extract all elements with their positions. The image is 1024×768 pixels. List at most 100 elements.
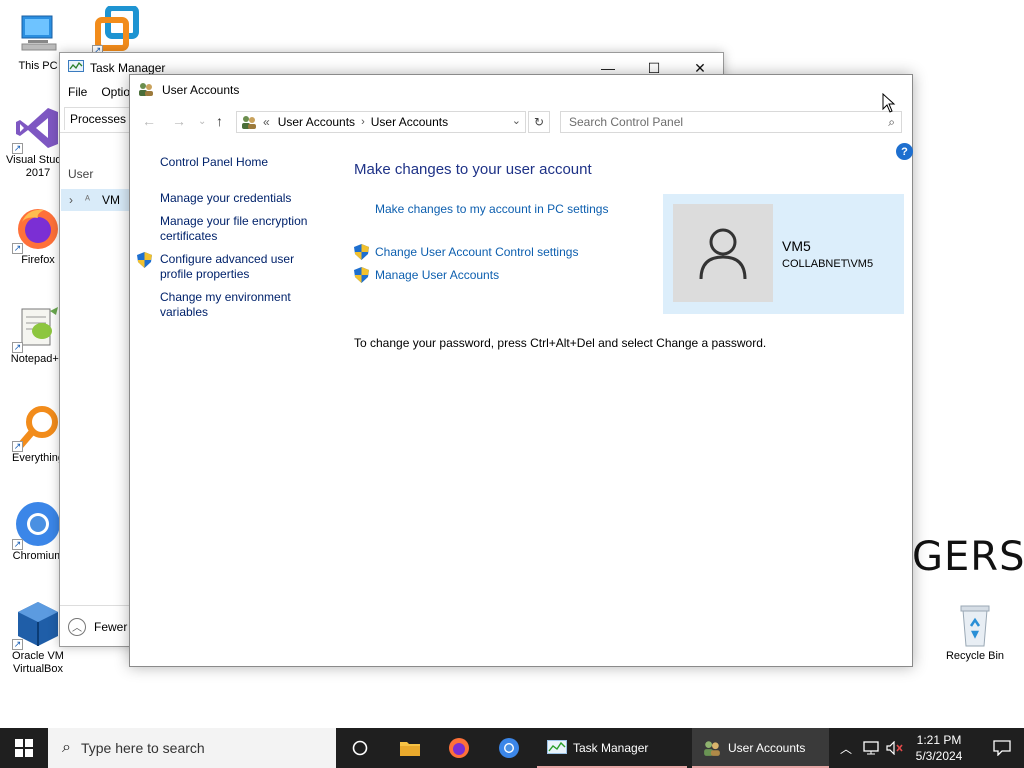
- taskbar-app-label: User Accounts: [728, 741, 806, 755]
- advanced-profile-properties-link[interactable]: Configure advanced user profile properti…: [160, 252, 330, 282]
- start-button[interactable]: [0, 728, 48, 768]
- refresh-button[interactable]: ↻: [528, 111, 550, 133]
- everything-search-icon: ↗: [12, 402, 62, 452]
- main-content: Make changes to your user account: [354, 161, 654, 178]
- windows-logo-icon: [15, 739, 33, 757]
- page-heading: Make changes to your user account: [354, 161, 592, 178]
- visual-studio-icon: ↗: [12, 104, 62, 154]
- search-icon: ⌕: [62, 739, 71, 756]
- network-icon[interactable]: [860, 728, 882, 768]
- menu-options[interactable]: Optio: [101, 85, 130, 99]
- firefox-taskbar-button[interactable]: [435, 728, 483, 768]
- taskbar-app-task-manager[interactable]: Task Manager: [537, 728, 687, 768]
- recent-pages-chevron-icon[interactable]: ⌄: [198, 116, 206, 127]
- user-name-cell: VM: [101, 193, 120, 207]
- task-view-button[interactable]: [336, 728, 384, 768]
- task-manager-icon: [68, 59, 84, 77]
- account-name: VM5: [782, 238, 811, 254]
- user-silhouette-icon: [699, 228, 747, 280]
- recycle-bin-label: Recycle Bin: [945, 650, 1005, 662]
- shortcut-arrow-icon: ↗: [12, 539, 23, 550]
- show-hidden-icons-chevron-icon[interactable]: ︿: [836, 728, 856, 768]
- folder-icon: [400, 742, 420, 756]
- shortcut-arrow-icon: ↗: [12, 243, 23, 254]
- chevron-up-icon[interactable]: ︿: [68, 617, 86, 636]
- uac-shield-icon: [354, 267, 369, 283]
- chromium-taskbar-button[interactable]: [485, 728, 533, 768]
- shortcut-arrow-icon: ↗: [12, 639, 23, 650]
- wallpaper-banner-text: GERS!!: [912, 534, 1024, 580]
- control-panel-home-link[interactable]: Control Panel Home: [160, 155, 330, 170]
- account-card: VM5 COLLABNET\VM5: [663, 194, 904, 314]
- mouse-cursor-icon: [882, 93, 896, 113]
- address-dropdown-icon[interactable]: ⌄: [512, 114, 521, 127]
- shortcut-arrow-icon: ↗: [12, 143, 23, 154]
- virtualbox-label: Oracle VM VirtualBox: [12, 650, 64, 675]
- uac-shield-icon: [354, 244, 369, 260]
- left-navigation-pane: Control Panel Home Manage your credentia…: [137, 155, 330, 328]
- uac-shield-icon: [137, 252, 152, 268]
- taskbar-app-user-accounts[interactable]: User Accounts: [692, 728, 829, 768]
- task-manager-icon: [547, 740, 567, 754]
- recycle-bin-icon: [951, 600, 999, 648]
- user-icon: ᴬ: [85, 194, 90, 206]
- breadcrumb-separator-icon[interactable]: ›: [361, 116, 365, 128]
- task-manager-title: Task Manager: [90, 61, 166, 75]
- user-accounts-window[interactable]: User Accounts ← → ⌄ ↑ « User Accounts › …: [129, 74, 913, 667]
- breadcrumb-item-user-accounts-parent[interactable]: User Accounts: [278, 115, 355, 129]
- avatar: [673, 204, 773, 302]
- search-icon: ⌕: [888, 115, 895, 129]
- user-accounts-titlebar[interactable]: User Accounts: [130, 75, 912, 105]
- breadcrumb-item-user-accounts[interactable]: User Accounts: [371, 115, 448, 129]
- chromium-icon: ↗: [12, 500, 62, 550]
- cortana-circle-icon: [352, 740, 368, 756]
- taskbar: ⌕ Type here to search Task Manager User …: [0, 728, 1024, 768]
- chromium-icon: [499, 738, 519, 758]
- file-explorer-button[interactable]: [386, 728, 434, 768]
- user-accounts-small-icon: [241, 114, 257, 130]
- password-change-note: To change your password, press Ctrl+Alt+…: [354, 336, 767, 350]
- chevron-right-icon[interactable]: ›: [69, 193, 73, 207]
- tab-processes[interactable]: Processes: [64, 107, 133, 130]
- clock-time: 1:21 PM: [916, 733, 962, 747]
- help-icon[interactable]: ?: [896, 143, 913, 160]
- vmware-workstation-icon: ↗: [92, 6, 142, 56]
- taskbar-search-placeholder[interactable]: Type here to search: [81, 740, 205, 756]
- shortcut-arrow-icon: ↗: [12, 342, 23, 353]
- virtualbox-icon: ↗: [12, 600, 62, 650]
- shortcut-arrow-icon: ↗: [12, 441, 23, 452]
- fewer-details-button[interactable]: Fewer: [94, 620, 127, 634]
- search-input[interactable]: [569, 115, 869, 129]
- user-accounts-title: User Accounts: [162, 83, 240, 97]
- pc-settings-link[interactable]: Make changes to my account in PC setting…: [375, 202, 608, 216]
- back-arrow-icon[interactable]: ←: [142, 113, 156, 129]
- firefox-icon: ↗: [12, 204, 62, 254]
- navigation-bar: ← → ⌄ ↑ « User Accounts › User Accounts …: [130, 111, 912, 135]
- address-bar[interactable]: « User Accounts › User Accounts ⌄: [236, 111, 526, 133]
- user-accounts-icon: [704, 741, 720, 756]
- notification-icon: [993, 740, 1011, 756]
- notepad-plus-plus-icon: ↗: [12, 303, 62, 353]
- file-encryption-certificates-link[interactable]: Manage your file encryption certificates: [160, 214, 330, 244]
- clock-date: 5/3/2024: [915, 749, 963, 763]
- taskbar-app-label: Task Manager: [573, 741, 649, 755]
- firefox-icon: [449, 738, 469, 758]
- taskbar-search-box[interactable]: ⌕ Type here to search: [48, 728, 336, 768]
- manage-user-accounts-link[interactable]: Manage User Accounts: [375, 268, 499, 282]
- search-box[interactable]: ⌕: [560, 111, 902, 133]
- environment-variables-link[interactable]: Change my environment variables: [160, 290, 330, 320]
- uac-settings-link[interactable]: Change User Account Control settings: [375, 245, 578, 259]
- action-center-button[interactable]: [980, 728, 1024, 768]
- this-pc-icon: [14, 10, 62, 58]
- forward-arrow-icon[interactable]: →: [172, 113, 186, 129]
- breadcrumb-overflow[interactable]: «: [263, 115, 270, 129]
- up-arrow-icon[interactable]: ↑: [216, 113, 223, 129]
- account-domain: COLLABNET\VM5: [782, 258, 874, 270]
- menu-file[interactable]: File: [68, 85, 87, 99]
- column-header-user[interactable]: User: [68, 167, 93, 181]
- manage-credentials-link[interactable]: Manage your credentials: [160, 191, 330, 206]
- desktop-icon-vmware[interactable]: ↗: [80, 6, 156, 56]
- user-accounts-icon: [138, 81, 154, 100]
- desktop-icon-recycle-bin[interactable]: Recycle Bin: [937, 600, 1013, 663]
- system-clock[interactable]: 1:21 PM 5/3/2024: [900, 732, 978, 764]
